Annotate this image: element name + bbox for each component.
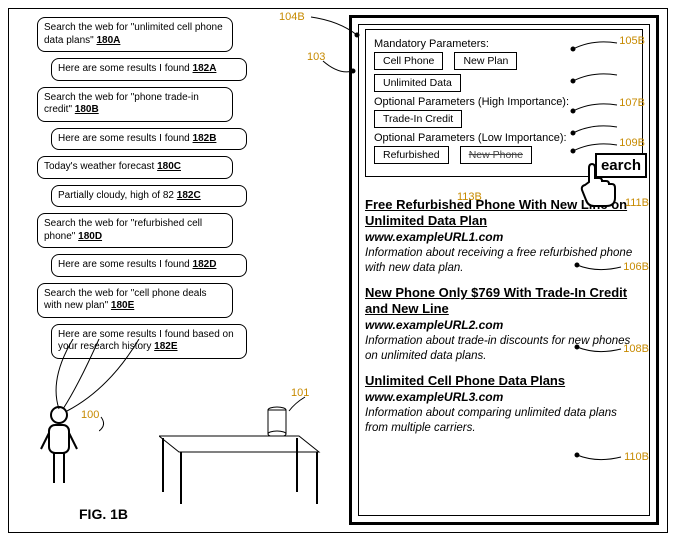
bubble-ref: 180D <box>78 231 102 242</box>
chip-unlimited-data[interactable]: Unlimited Data <box>374 74 461 92</box>
conversation-column: Search the web for "unlimited cell phone… <box>37 17 247 365</box>
bubble-182b: Here are some results I found 182B <box>51 128 247 151</box>
callout-105b: 105B <box>619 35 645 47</box>
table-with-device <box>159 404 339 514</box>
leader-line-2 <box>569 121 619 141</box>
leader-110b <box>573 449 623 469</box>
result-url[interactable]: www.exampleURL2.com <box>365 318 643 332</box>
bubble-182a: Here are some results I found 182A <box>51 58 247 81</box>
chip-refurbished[interactable]: Refurbished <box>374 146 449 164</box>
callout-108b: 108B <box>623 343 649 355</box>
bubble-ref: 182D <box>193 259 217 270</box>
bubble-text: Search the web for "refurbished cell pho… <box>44 218 202 242</box>
chip-new-phone-struck[interactable]: New Phone <box>460 146 532 164</box>
chip-cell-phone[interactable]: Cell Phone <box>374 52 443 70</box>
bubble-text: Partially cloudy, high of 82 <box>58 190 174 201</box>
bubble-ref: 182A <box>193 63 217 74</box>
bubble-text: Here are some results I found <box>58 133 190 144</box>
result-3: Unlimited Cell Phone Data Plans www.exam… <box>365 373 643 435</box>
bubble-ref: 180E <box>111 300 134 311</box>
bubble-ref: 182C <box>177 190 201 201</box>
leader-line-1 <box>569 69 619 89</box>
leader-108b <box>573 341 623 361</box>
bubble-180e: Search the web for "cell phone deals wit… <box>37 283 233 318</box>
leader-100 <box>99 413 119 433</box>
callout-100: 100 <box>81 409 99 421</box>
result-url[interactable]: www.exampleURL1.com <box>365 230 643 244</box>
leader-106b <box>573 259 623 279</box>
leader-101 <box>287 395 307 415</box>
bubble-180c: Today's weather forecast 180C <box>37 156 233 179</box>
callout-110b: 110B <box>624 451 649 463</box>
bubble-ref: 180B <box>75 104 99 115</box>
chip-new-plan[interactable]: New Plan <box>454 52 517 70</box>
bubble-ref: 180A <box>96 35 120 46</box>
search-results: Free Refurbished Phone With New Line on … <box>365 197 643 435</box>
callout-107b: 107B <box>619 97 645 109</box>
result-title[interactable]: New Phone Only $769 With Trade-In Credit… <box>365 285 643 316</box>
callout-104b: 104B <box>279 11 305 23</box>
callout-113b: 113B <box>457 191 482 203</box>
result-title[interactable]: Unlimited Cell Phone Data Plans <box>365 373 643 389</box>
chip-trade-in-credit[interactable]: Trade-In Credit <box>374 110 462 128</box>
bubble-180a: Search the web for "unlimited cell phone… <box>37 17 233 52</box>
callout-111b: 111B <box>625 197 649 209</box>
bubble-180d: Search the web for "refurbished cell pho… <box>37 213 233 248</box>
bubble-text: Here are some results I found <box>58 63 190 74</box>
callout-106b: 106B <box>623 261 649 273</box>
leader-103 <box>319 57 359 87</box>
bubble-180b: Search the web for "phone trade-in credi… <box>37 87 233 122</box>
bubble-text: Today's weather forecast <box>44 161 154 172</box>
leader-109b <box>569 139 619 159</box>
bubble-182d: Here are some results I found 182D <box>51 254 247 277</box>
leader-105b <box>569 37 619 57</box>
bubble-text: Here are some results I found <box>58 259 190 270</box>
leader-104b <box>309 15 369 55</box>
bubble-text: Search the web for "phone trade-in credi… <box>44 92 199 116</box>
bubble-ref: 182B <box>193 133 217 144</box>
result-desc: Information about comparing unlimited da… <box>365 406 643 435</box>
callout-109b: 109B <box>619 137 645 149</box>
bubble-182c: Partially cloudy, high of 82 182C <box>51 185 247 208</box>
result-title[interactable]: Free Refurbished Phone With New Line on … <box>365 197 643 228</box>
figure-label: FIG. 1B <box>79 506 128 522</box>
result-url[interactable]: www.exampleURL3.com <box>365 390 643 404</box>
bubble-text: Search the web for "unlimited cell phone… <box>44 22 223 46</box>
bubble-ref: 180C <box>157 161 181 172</box>
leader-107b <box>569 99 619 119</box>
person-icon <box>39 405 79 495</box>
figure-frame: Search the web for "unlimited cell phone… <box>8 8 668 533</box>
